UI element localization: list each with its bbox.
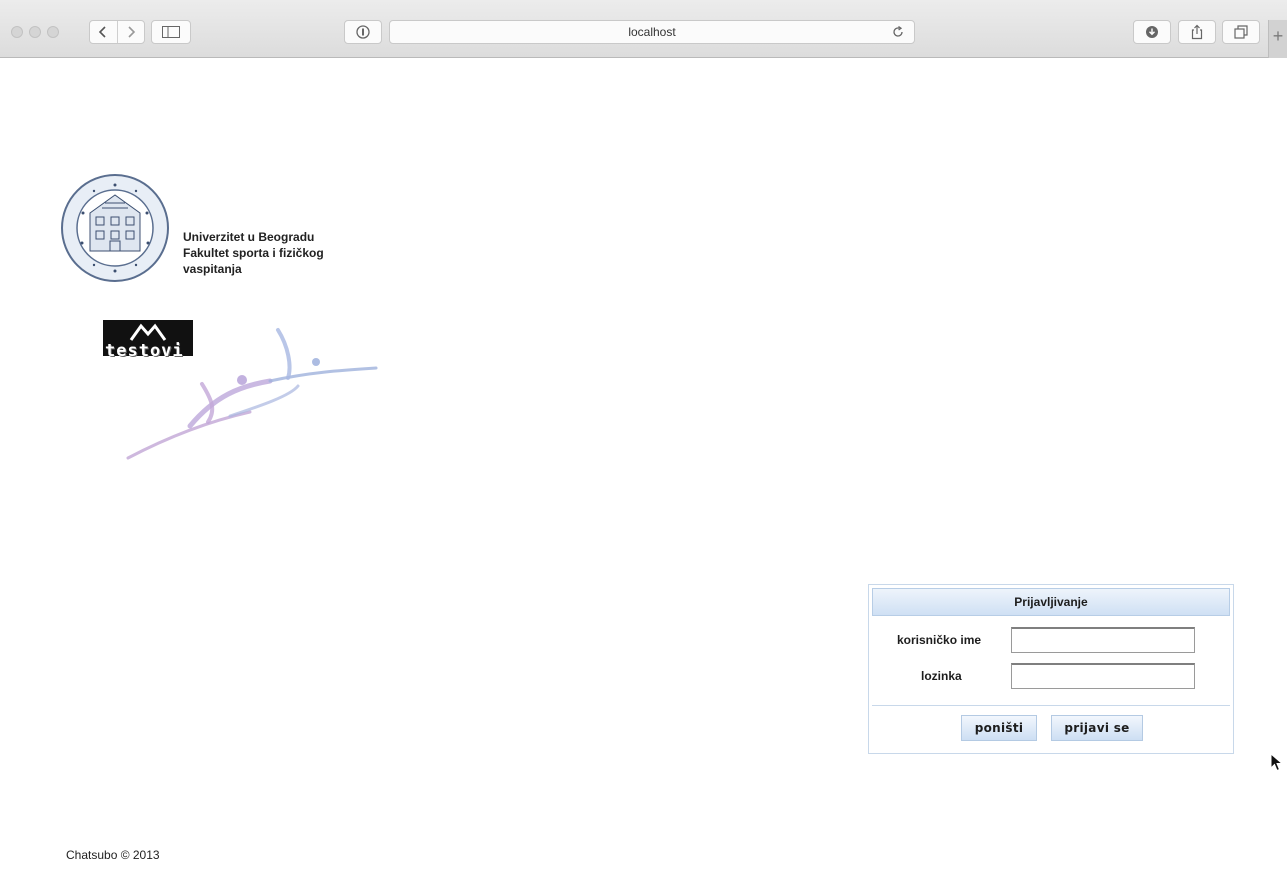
plus-icon: + <box>1272 26 1284 46</box>
faculty-line-1: Fakultet sporta i fizičkog <box>183 246 324 260</box>
tab-overview-button[interactable] <box>1222 20 1260 44</box>
chevron-left-icon <box>99 26 107 38</box>
login-panel-title: Prijavljivanje <box>872 588 1230 616</box>
share-button[interactable] <box>1178 20 1216 44</box>
university-seal-logo <box>61 174 169 282</box>
close-window-button[interactable] <box>11 26 23 38</box>
athlete-swoosh-graphic <box>126 328 378 460</box>
password-input[interactable] <box>1011 663 1195 689</box>
address-bar[interactable]: localhost <box>389 20 915 44</box>
zoom-window-button[interactable] <box>47 26 59 38</box>
faculty-line-2: vaspitanja <box>183 262 242 276</box>
mouse-cursor-icon <box>1270 753 1284 772</box>
new-tab-button[interactable]: + <box>1268 20 1287 58</box>
reload-icon[interactable] <box>890 24 906 40</box>
minimize-window-button[interactable] <box>29 26 41 38</box>
login-button[interactable]: prijavi se <box>1051 715 1143 741</box>
privacy-icon <box>356 25 370 39</box>
username-input[interactable] <box>1011 627 1195 653</box>
university-name: Univerzitet u Beogradu Fakultet sporta i… <box>183 229 373 277</box>
share-icon <box>1191 24 1203 40</box>
username-label: korisničko ime <box>897 633 982 647</box>
chevron-right-icon <box>128 26 136 38</box>
footer-copyright: Chatsubo © 2013 <box>66 848 160 862</box>
page-content: Univerzitet u Beogradu Fakultet sporta i… <box>0 58 1287 870</box>
panel-divider <box>872 705 1230 706</box>
sidebar-button[interactable] <box>151 20 191 44</box>
browser-toolbar: localhost + <box>0 0 1287 58</box>
download-icon <box>1146 26 1158 38</box>
tabs-icon <box>1234 25 1248 39</box>
navigation-buttons <box>89 20 145 44</box>
password-label: lozinka <box>921 669 962 683</box>
sidebar-icon <box>162 26 180 38</box>
cancel-button[interactable]: poništi <box>961 715 1037 741</box>
forward-button[interactable] <box>116 21 144 43</box>
login-panel: Prijavljivanje korisničko ime lozinka po… <box>868 584 1234 754</box>
privacy-report-button[interactable] <box>344 20 382 44</box>
downloads-button[interactable] <box>1133 20 1171 44</box>
address-text: localhost <box>628 25 676 39</box>
back-button[interactable] <box>90 21 117 43</box>
university-title: Univerzitet u Beogradu <box>183 230 315 244</box>
